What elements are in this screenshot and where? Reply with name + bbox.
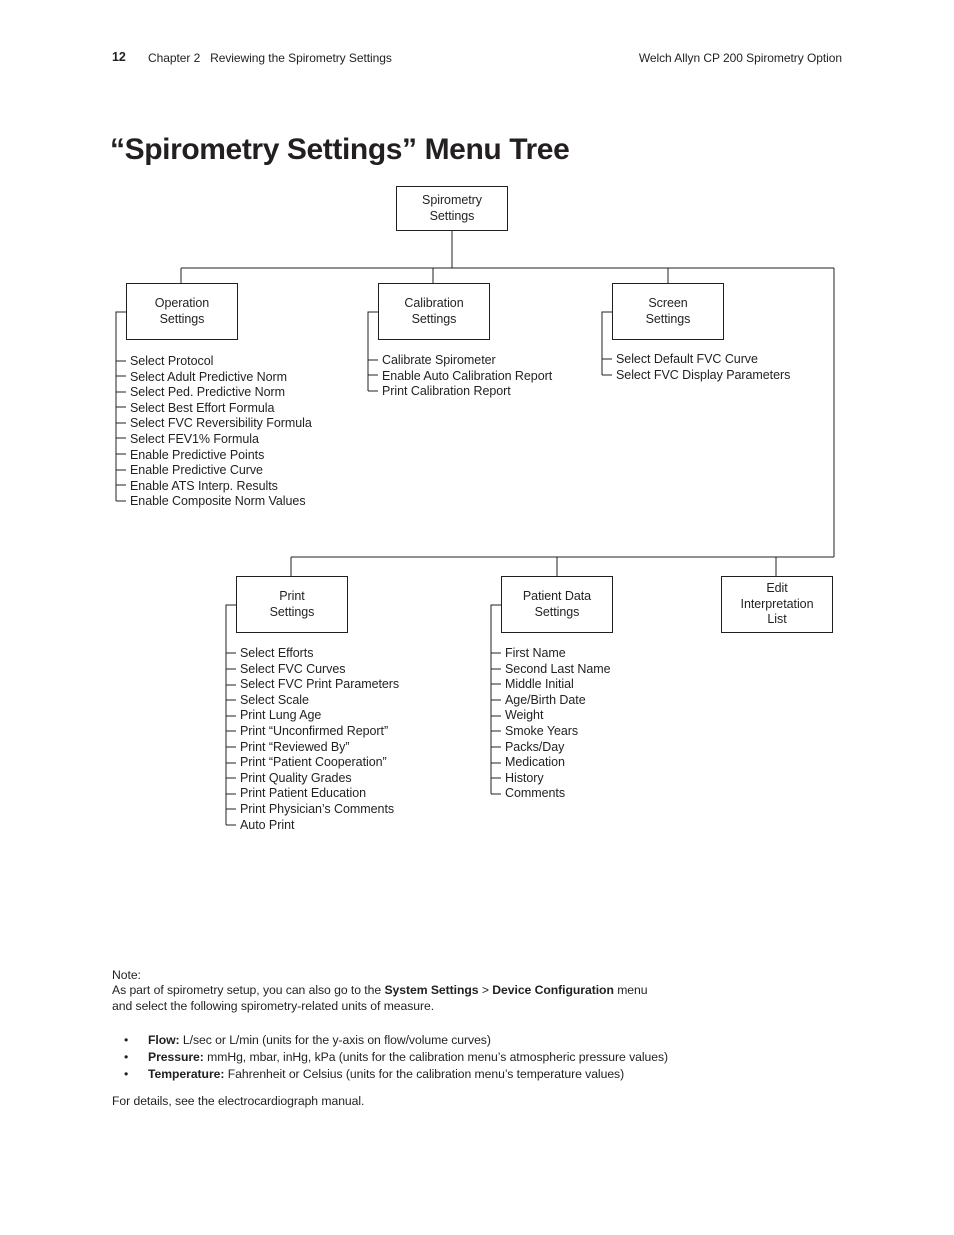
leaf-item: Age/Birth Date xyxy=(505,692,586,707)
leaf-item: Print Quality Grades xyxy=(240,770,352,785)
leaf-item: Auto Print xyxy=(240,817,295,832)
bullet-text: mmHg, mbar, inHg, kPa (units for the cal… xyxy=(203,1050,669,1065)
node-label-line2: Interpretation xyxy=(740,596,814,611)
leaf-item: Print Physician’s Comments xyxy=(240,801,395,816)
leaf-list-screen-settings: Select Default FVC Curve Select FVC Disp… xyxy=(616,352,790,383)
leaf-item: Select Efforts xyxy=(240,646,314,660)
bullet-term: Pressure: xyxy=(148,1050,204,1065)
leaf-item: Select Scale xyxy=(240,692,309,707)
leaf-item: Print Calibration Report xyxy=(382,384,511,399)
leaf-list-print-settings: Select Efforts Select FVC Curves Select … xyxy=(240,646,399,833)
list-item: • Pressure: mmHg, mbar, inHg, kPa (units … xyxy=(112,1049,872,1066)
node-label-line1: Calibration xyxy=(404,296,464,310)
bullet-icon: • xyxy=(124,1050,129,1065)
leaf-item: Select FVC Print Parameters xyxy=(240,677,400,692)
leaf-item: Weight xyxy=(505,708,544,723)
leaf-item: Enable Predictive Points xyxy=(130,447,265,462)
leaf-item: History xyxy=(505,770,544,785)
bullet-icon: • xyxy=(124,1033,129,1047)
node-label-line2: Settings xyxy=(534,604,580,619)
leaf-item: Select Default FVC Curve xyxy=(616,352,758,366)
bullet-text: L/sec or L/min (units for the y-axis on … xyxy=(179,1033,491,1047)
leaf-item: Print “Unconfirmed Report” xyxy=(240,723,389,738)
node-label-line2: Settings xyxy=(269,604,315,619)
note-body-line2: and select the following spirometry-rela… xyxy=(112,998,435,1013)
leaf-item: Enable Predictive Curve xyxy=(130,463,263,478)
node-label-line1: Edit xyxy=(766,581,788,596)
node-print-settings[interactable]: Print Settings xyxy=(236,576,348,633)
leaf-item: Calibrate Spirometer xyxy=(382,353,496,367)
node-operation-settings[interactable]: Operation Settings xyxy=(126,283,238,340)
node-label-line1: Screen xyxy=(648,296,688,310)
leaf-item: Second Last Name xyxy=(505,661,611,676)
note-body-line1: As part of spirometry setup, you can als… xyxy=(112,983,832,998)
leaf-item: Smoke Years xyxy=(505,723,579,738)
node-screen-settings[interactable]: Screen Settings xyxy=(612,283,724,340)
node-patient-data-settings[interactable]: Patient Data Settings xyxy=(501,576,613,633)
note-text-after: menu xyxy=(613,983,648,998)
list-item: • Temperature: Fahrenheit or Celsius (uni… xyxy=(112,1066,872,1083)
bullet-term: Flow: xyxy=(148,1033,180,1047)
node-label-line2: Settings xyxy=(411,311,457,326)
note-bold-system-settings: System Settings xyxy=(384,983,479,998)
leaf-item: Select FVC Curves xyxy=(240,661,346,676)
closing-note: For details, see the electrocardiograph … xyxy=(112,1094,365,1108)
note-separator: > xyxy=(478,983,493,998)
leaf-item: Select Adult Predictive Norm xyxy=(130,369,287,384)
leaf-item: Select FVC Reversibility Formula xyxy=(130,416,312,431)
node-label-line2: Settings xyxy=(645,311,691,326)
bullet-text: Fahrenheit or Celsius (units for the cal… xyxy=(224,1067,625,1082)
leaf-item: Select FEV1% Formula xyxy=(130,431,259,446)
leaf-list-operation-settings: Select Protocol Select Adult Predictive … xyxy=(130,354,312,510)
leaf-item: Comments xyxy=(505,786,566,801)
note-text-before: As part of spirometry setup, you can als… xyxy=(112,983,385,998)
leaf-item: Packs/Day xyxy=(505,739,565,754)
node-label-line1: Patient Data xyxy=(522,589,592,603)
leaf-item: Print “Reviewed By” xyxy=(240,739,350,754)
leaf-item: Select Protocol xyxy=(130,354,214,368)
leaf-item: Middle Initial xyxy=(505,677,574,692)
node-label-line2: Settings xyxy=(159,311,205,326)
bullet-term: Temperature: xyxy=(148,1067,225,1082)
leaf-item: Print Patient Education xyxy=(240,786,367,801)
leaf-item: Print “Patient Cooperation” xyxy=(240,755,387,770)
node-edit-interpretation-list[interactable]: Edit Interpretation List xyxy=(721,576,833,633)
leaf-item: Select Ped. Predictive Norm xyxy=(130,385,285,400)
node-spirometry-settings[interactable]: Spirometry Settings xyxy=(396,186,508,231)
leaf-item: First Name xyxy=(505,646,566,660)
leaf-list-patient-data-settings: First Name Second Last Name Middle Initi… xyxy=(505,646,611,802)
leaf-item: Print Lung Age xyxy=(240,708,322,723)
leaf-item: Medication xyxy=(505,755,565,770)
leaf-item: Enable Composite Norm Values xyxy=(130,494,306,509)
leaf-list-calibration-settings: Calibrate Spirometer Enable Auto Calibra… xyxy=(382,353,552,400)
list-item: • Flow: L/sec or L/min (units for the y-a… xyxy=(112,1032,872,1049)
leaf-item: Select Best Effort Formula xyxy=(130,400,275,415)
note-bold-device-configuration: Device Configuration xyxy=(492,983,614,998)
leaf-item: Enable Auto Calibration Report xyxy=(382,368,553,383)
node-label-line1: Spirometry xyxy=(422,193,482,207)
node-label-line3: List xyxy=(767,612,787,627)
node-calibration-settings[interactable]: Calibration Settings xyxy=(378,283,490,340)
leaf-item: Select FVC Display Parameters xyxy=(616,367,791,382)
node-label-line1: Operation xyxy=(154,296,210,310)
bullet-icon: • xyxy=(124,1067,129,1082)
units-bullet-list: • Flow: L/sec or L/min (units for the y-a… xyxy=(112,1032,872,1084)
menu-tree-diagram: Spirometry Settings Operation Settings C… xyxy=(0,0,954,900)
note-label: Note: xyxy=(112,968,141,982)
node-label-line2: Settings xyxy=(429,208,475,223)
leaf-item: Enable ATS Interp. Results xyxy=(130,478,278,493)
note-block: Note: As part of spirometry setup, you c… xyxy=(112,968,832,1014)
node-label-line1: Print xyxy=(279,589,305,603)
